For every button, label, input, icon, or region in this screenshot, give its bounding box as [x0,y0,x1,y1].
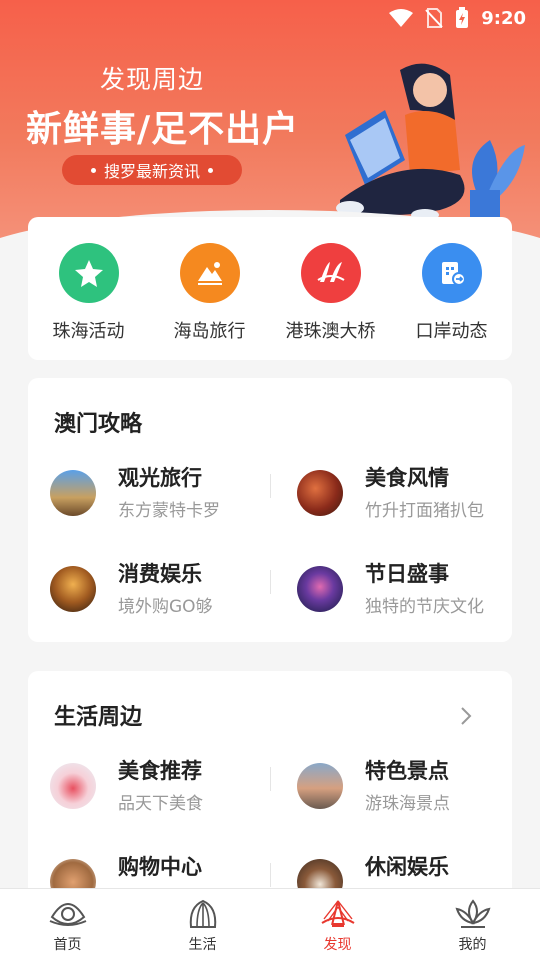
document-arrow-icon [421,243,482,303]
quick-links-card: 珠海活动 海岛旅行 港珠澳大桥 口岸动态 [28,217,512,360]
guide-item-subtitle: 境外购GO够 [118,597,213,617]
divider [270,767,271,791]
bridge-logo-icon [300,243,361,303]
tab-label: 生活 [188,937,217,953]
guide-item-entertainment[interactable]: 消费娱乐 境外购GO够 [28,556,270,632]
discover-bridge-icon [320,900,355,927]
status-time: 9:20 [481,7,526,29]
quick-link-port-news[interactable]: 口岸动态 [397,243,507,360]
hero-pill: 搜罗最新资讯 [62,155,242,185]
life-item-title: 购物中心 [118,855,202,879]
guide-item-title: 观光旅行 [118,466,202,490]
attraction-thumbnail [297,763,343,809]
tab-home[interactable]: 首页 [0,889,135,960]
guide-item-title: 美食风情 [365,466,449,490]
festival-thumbnail [297,566,343,612]
no-sim-icon [425,8,443,28]
quick-link-hzmb[interactable]: 港珠澳大桥 [276,243,386,360]
divider [270,474,271,498]
hero-title: 新鲜事/足不出户 [26,109,300,150]
hero-subtitle: 发现周边 [100,65,205,94]
bottom-tab-bar: 首页 生活 发现 我的 [0,888,540,960]
section-title: 澳门攻略 [54,412,143,437]
tab-label: 首页 [53,937,82,953]
life-sail-icon [189,899,216,928]
tab-label: 发现 [323,937,352,953]
mine-lotus-icon [455,899,490,928]
quick-link-zhuhai-activity[interactable]: 珠海活动 [34,243,144,360]
divider [270,570,271,594]
guide-item-subtitle: 独特的节庆文化 [365,597,484,617]
tab-discover[interactable]: 发现 [270,889,405,960]
guide-item-title: 节日盛事 [365,562,449,586]
quick-link-label: 海岛旅行 [173,321,246,342]
guide-item-sightseeing[interactable]: 观光旅行 东方蒙特卡罗 [28,460,270,536]
hero-banner: 9:20 发现周边 新鲜事/足不出户 搜罗最新资讯 [0,0,540,250]
quick-link-label: 口岸动态 [415,321,488,342]
divider [270,863,271,887]
wifi-icon [389,9,414,27]
tab-life[interactable]: 生活 [135,889,270,960]
entertainment-thumbnail [50,566,96,612]
pill-dot-left [90,167,96,173]
guide-item-festival[interactable]: 节日盛事 独特的节庆文化 [275,556,517,632]
guide-item-subtitle: 竹升打面猪扒包 [365,501,484,521]
mountain-icon [179,243,240,303]
life-item-title: 休闲娱乐 [365,855,449,879]
guide-item-title: 消费娱乐 [118,562,202,586]
pill-dot-right [208,167,213,173]
quick-link-label: 珠海活动 [52,321,125,342]
tab-label: 我的 [458,937,487,953]
life-nearby-card: 生活周边 美食推荐 品天下美食 特色景点 游珠海景点 购物中心 休闲娱乐 [28,671,512,911]
life-item-subtitle: 品天下美食 [118,794,203,814]
guide-item-food[interactable]: 美食风情 竹升打面猪扒包 [275,460,517,536]
chevron-right-icon[interactable] [460,706,472,726]
hero-pill-label: 搜罗最新资讯 [103,162,200,181]
sightseeing-thumbnail [50,470,96,516]
tab-mine[interactable]: 我的 [405,889,540,960]
section-title: 生活周边 [54,705,143,730]
life-item-subtitle: 游珠海景点 [365,794,450,814]
life-item-attractions[interactable]: 特色景点 游珠海景点 [275,753,512,829]
life-item-title: 美食推荐 [118,759,202,783]
home-shell-icon [49,903,86,926]
battery-charging-icon [456,7,469,28]
life-item-food[interactable]: 美食推荐 品天下美食 [28,753,270,829]
guide-item-subtitle: 东方蒙特卡罗 [118,501,220,521]
food-thumbnail [297,470,343,516]
quick-link-label: 港珠澳大桥 [285,321,376,342]
quick-link-island-travel[interactable]: 海岛旅行 [155,243,265,360]
macau-guide-card: 澳门攻略 观光旅行 东方蒙特卡罗 美食风情 竹升打面猪扒包 消费娱乐 境外购GO… [28,378,512,642]
reading-woman-illustration [336,63,525,220]
life-item-title: 特色景点 [365,759,449,783]
dessert-thumbnail [50,763,96,809]
star-icon [58,243,119,303]
status-bar: 9:20 [389,0,540,36]
